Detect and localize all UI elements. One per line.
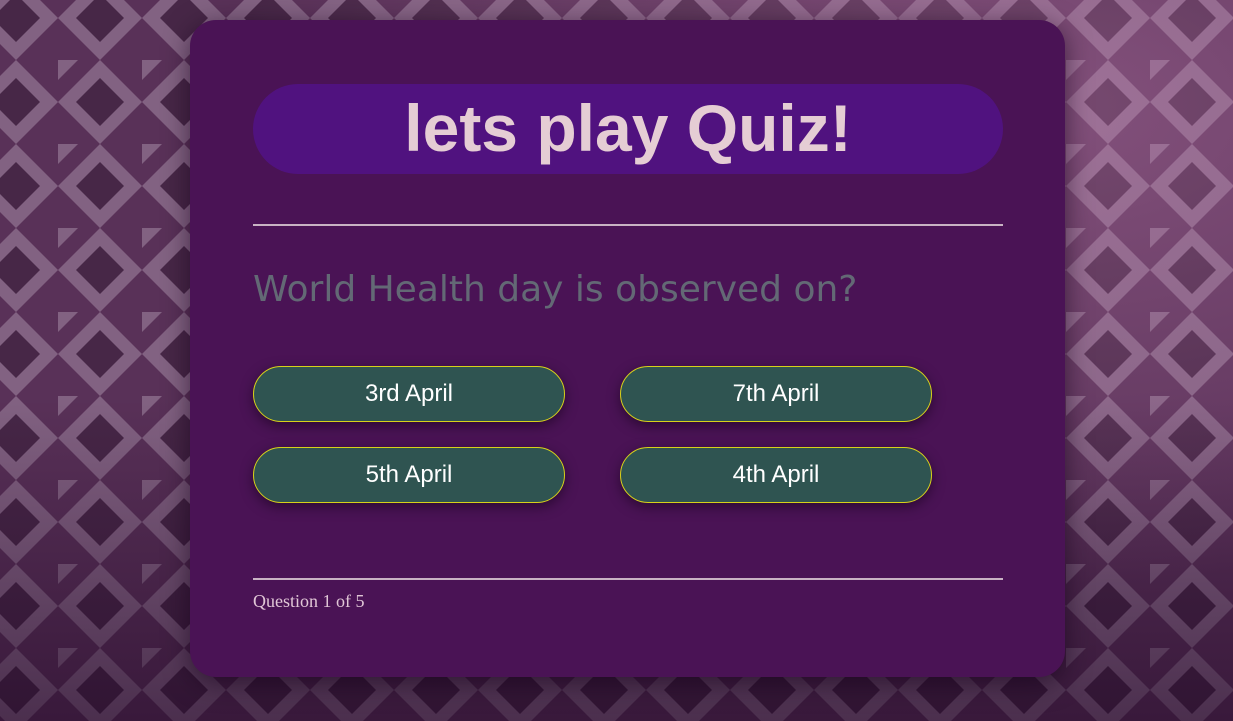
answer-label: 3rd April [364,380,454,407]
answer-label: 7th April [732,380,820,407]
answer-button-4[interactable]: 4th April [620,447,932,503]
top-divider [253,224,1003,226]
answer-button-2[interactable]: 7th April [620,366,932,422]
bottom-divider [253,578,1003,580]
answer-label: 5th April [365,461,453,488]
quiz-title: lets play Quiz! [404,91,852,165]
title-banner: lets play Quiz! [253,84,1003,174]
question-text: World Health day is observed on? [253,269,858,310]
quiz-card: lets play Quiz! World Health day is obse… [190,20,1065,677]
answer-label: 4th April [732,461,820,488]
answer-button-3[interactable]: 5th April [253,447,565,503]
answer-button-1[interactable]: 3rd April [253,366,565,422]
question-progress: Question 1 of 5 [253,591,365,611]
